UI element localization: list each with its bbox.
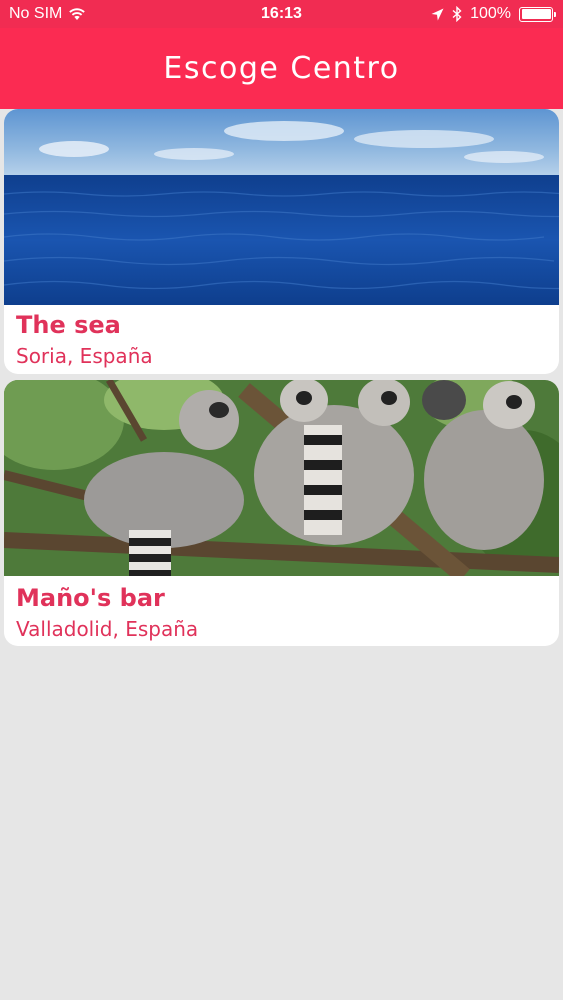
center-card[interactable]: Maño's bar Valladolid, España: [4, 380, 559, 646]
battery-label: 100%: [470, 5, 511, 22]
bluetooth-icon: [452, 6, 462, 22]
page-title: Escoge Centro: [163, 51, 400, 86]
battery-level: [521, 9, 551, 19]
status-bar: No SIM 16:13 100%: [0, 0, 563, 28]
center-location: Valladolid, España: [16, 617, 199, 641]
status-right: 100%: [431, 5, 556, 23]
lemurs-photo: [4, 380, 559, 576]
center-location: Soria, España: [16, 344, 153, 368]
nav-bar: Escoge Centro: [0, 28, 563, 109]
center-card[interactable]: The sea Soria, España: [4, 109, 559, 374]
location-arrow-icon: [431, 8, 444, 20]
battery-icon: [519, 6, 556, 22]
center-name: The sea: [16, 311, 121, 339]
center-name: Maño's bar: [16, 584, 165, 612]
ocean-photo: [4, 109, 559, 305]
